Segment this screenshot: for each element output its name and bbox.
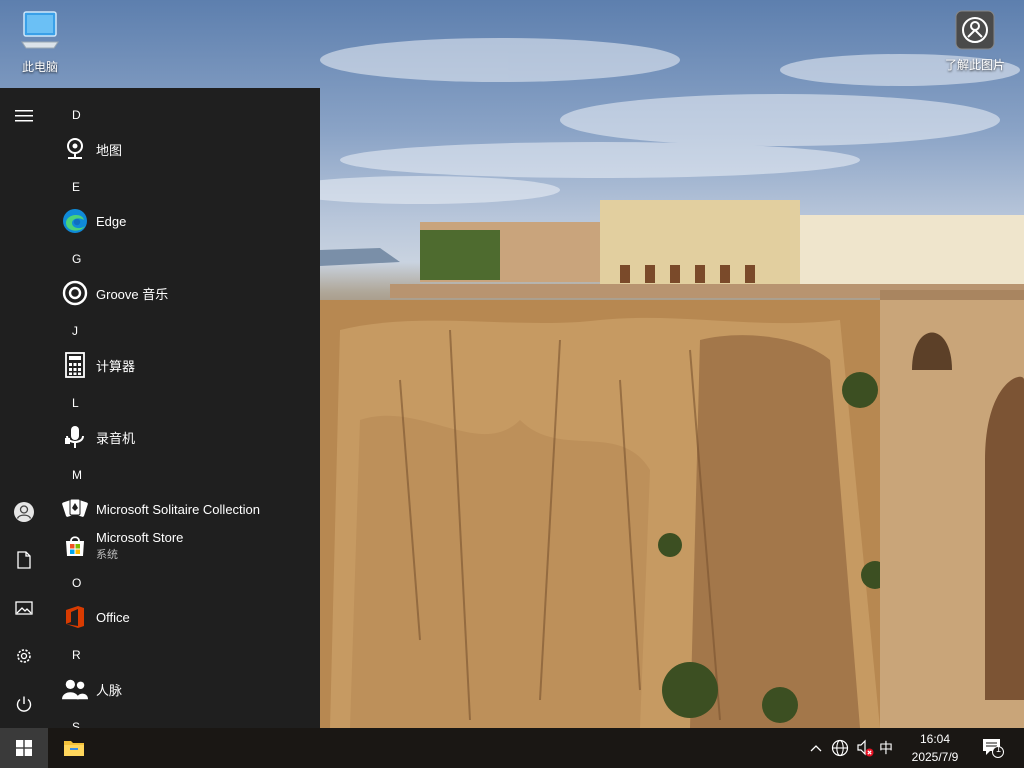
clock-time: 16:04: [919, 732, 951, 746]
desktop-icon-label: 了解此图片: [944, 58, 1005, 72]
start-menu-rail: [0, 88, 48, 728]
app-calculator[interactable]: 计算器: [62, 348, 312, 382]
voice-recorder-icon: [65, 426, 84, 448]
pictures-icon: [15, 601, 33, 615]
camera-info-icon: [955, 10, 995, 50]
network-button[interactable]: [828, 728, 852, 768]
group-header-l[interactable]: L: [72, 396, 79, 410]
people-icon: [62, 679, 88, 700]
computer-icon: [21, 11, 59, 49]
pictures-button[interactable]: [0, 588, 48, 628]
group-header-s[interactable]: S: [72, 720, 80, 728]
user-account-button[interactable]: [0, 492, 48, 532]
documents-button[interactable]: [0, 540, 48, 580]
expand-menu-button[interactable]: [0, 96, 48, 136]
app-office[interactable]: Office: [62, 600, 312, 634]
notification-count-badge: 1: [996, 744, 1002, 754]
settings-button[interactable]: [0, 636, 48, 676]
app-subtitle: 系统: [96, 549, 118, 561]
network-globe-icon: [831, 739, 849, 757]
group-header-e[interactable]: E: [72, 180, 80, 194]
desktop-icon-label: 此电脑: [21, 60, 58, 74]
desktop-icon-this-pc[interactable]: 此电脑: [2, 10, 78, 75]
group-header-o[interactable]: O: [72, 576, 81, 590]
group-header-j[interactable]: J: [72, 324, 78, 338]
group-header-d[interactable]: D: [72, 108, 81, 122]
settings-gear-icon: [17, 649, 31, 663]
clock-date: 2025/7/9: [911, 750, 959, 764]
group-header-r[interactable]: R: [72, 648, 81, 662]
clock[interactable]: 16:04 2025/7/9: [900, 730, 970, 766]
app-microsoft-store[interactable]: Microsoft Store 系统: [62, 528, 312, 564]
action-center-button[interactable]: 1: [978, 728, 1008, 768]
hamburger-menu-icon: [15, 110, 33, 122]
app-groove-music[interactable]: Groove 音乐: [62, 276, 312, 310]
office-icon: [66, 606, 84, 628]
app-maps[interactable]: 地图: [62, 132, 312, 166]
calculator-icon: [65, 352, 85, 378]
app-edge[interactable]: Edge: [62, 204, 312, 238]
app-people[interactable]: 人脉: [62, 672, 312, 706]
group-header-g[interactable]: G: [72, 252, 81, 266]
chevron-up-icon: [810, 745, 822, 752]
volume-muted-icon: [857, 739, 874, 757]
power-icon: [16, 696, 32, 712]
start-button[interactable]: [0, 728, 48, 768]
input-method-indicator[interactable]: 中: [876, 728, 896, 768]
file-explorer-button[interactable]: [52, 728, 96, 768]
show-hidden-icons-button[interactable]: [806, 728, 826, 768]
maps-icon: [67, 138, 83, 159]
app-voice-recorder[interactable]: 录音机: [62, 420, 312, 454]
desktop-icon-learn-about-picture[interactable]: 了解此图片: [937, 10, 1013, 73]
app-microsoft-solitaire[interactable]: Microsoft Solitaire Collection: [62, 492, 312, 526]
groove-music-icon: [62, 280, 88, 306]
edge-icon: [63, 209, 87, 233]
file-explorer-icon: [64, 741, 84, 756]
solitaire-icon: [62, 498, 88, 517]
store-icon: [66, 536, 84, 556]
taskbar: 中 16:04 2025/7/9 1: [0, 728, 1024, 768]
windows-start-icon: [16, 740, 32, 756]
document-icon: [17, 551, 31, 569]
volume-button[interactable]: [854, 728, 876, 768]
user-avatar-icon: [14, 502, 34, 522]
power-button[interactable]: [0, 684, 48, 724]
start-menu: D 地图 E Edge G Groove 音乐 J 计算器 L 录音机 M Mi…: [0, 88, 320, 728]
group-header-m[interactable]: M: [72, 468, 82, 482]
